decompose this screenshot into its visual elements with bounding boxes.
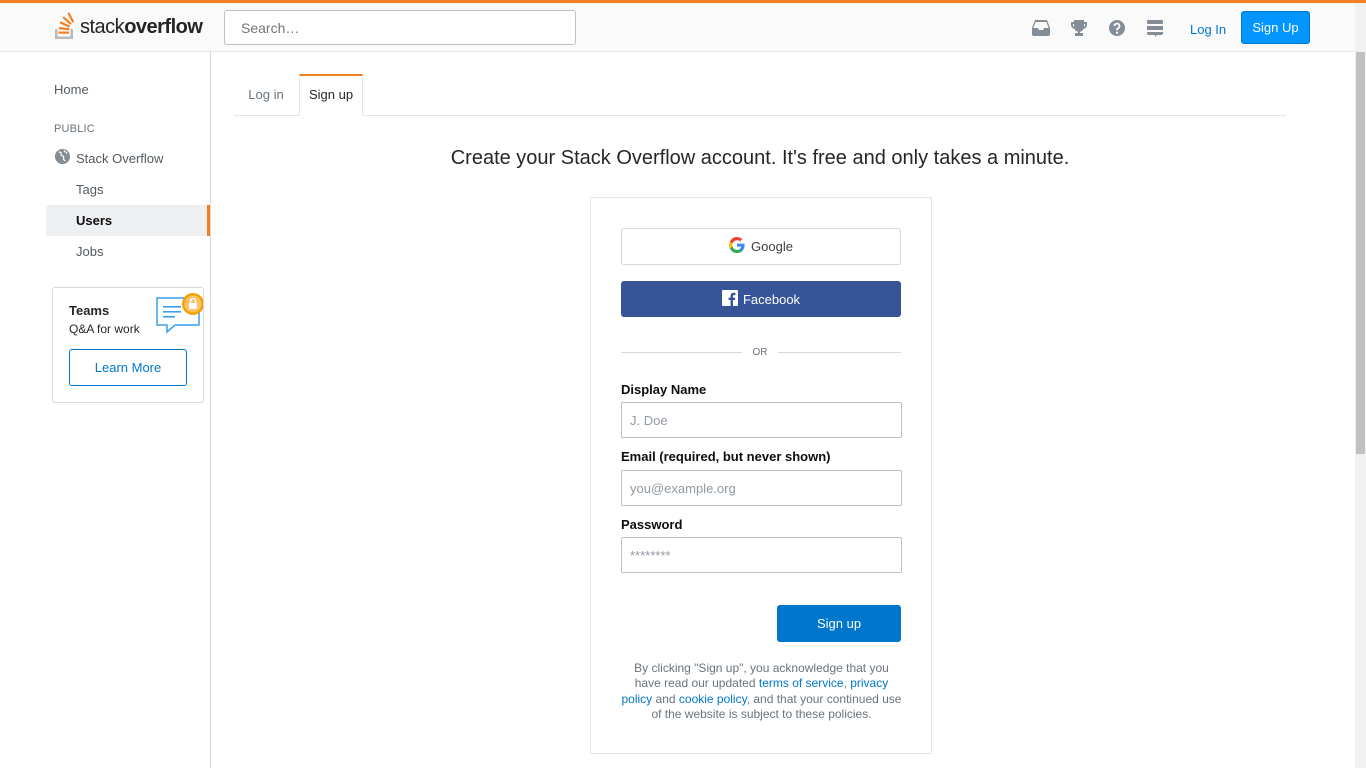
logo-wordmark: stackoverflow	[80, 15, 203, 39]
sidebar-item-stackoverflow[interactable]: Stack Overflow	[54, 148, 163, 168]
sidebar-item-label: Users	[76, 213, 113, 228]
display-name-label: Display Name	[621, 382, 707, 397]
facebook-icon	[721, 289, 738, 309]
email-label: Email (required, but never shown)	[621, 449, 831, 464]
search-input[interactable]	[224, 10, 576, 45]
google-signup-button[interactable]: Google	[621, 228, 901, 265]
login-link[interactable]: Log In	[1180, 13, 1236, 46]
logo-word-overflow: overflow	[124, 15, 203, 38]
logo-word-stack: stack	[80, 15, 125, 38]
auth-tabs: Log in Sign up	[234, 74, 1286, 116]
page-title: Create your Stack Overflow account. It's…	[450, 147, 1070, 169]
left-sidebar: Home PUBLIC Stack Overflow Tags Users Jo…	[0, 52, 211, 768]
display-name-field[interactable]	[621, 402, 902, 438]
tab-signup[interactable]: Sign up	[299, 74, 363, 116]
google-button-label: Google	[751, 239, 793, 254]
stack-overflow-logo-icon	[53, 11, 77, 44]
teams-subtitle: Q&A for work	[69, 322, 140, 336]
teams-promo: Teams Q&A for work Learn More	[52, 287, 204, 403]
legal-notice: By clicking "Sign up", you acknowledge t…	[621, 661, 902, 723]
top-icons	[1022, 10, 1174, 46]
or-label: OR	[752, 347, 768, 358]
sidebar-item-tags[interactable]: Tags	[76, 182, 103, 197]
trophy-icon[interactable]	[1060, 10, 1098, 46]
sidebar-heading-public: PUBLIC	[54, 123, 95, 135]
inbox-icon[interactable]	[1022, 10, 1060, 46]
stack-overflow-logo[interactable]: stackoverflow	[53, 11, 203, 44]
sidebar-item-jobs[interactable]: Jobs	[76, 244, 103, 259]
cookie-policy-link[interactable]: cookie policy	[679, 692, 747, 706]
top-bar: stackoverflow Log In Sign Up	[0, 0, 1366, 52]
google-icon	[729, 237, 745, 256]
signup-header-button[interactable]: Sign Up	[1241, 11, 1310, 44]
teams-title: Teams	[69, 303, 110, 318]
tab-login[interactable]: Log in	[234, 74, 298, 115]
teams-chat-lock-icon	[155, 292, 204, 341]
password-field[interactable]	[621, 537, 902, 573]
facebook-signup-button[interactable]: Facebook	[621, 281, 901, 317]
stack-exchange-icon[interactable]	[1136, 10, 1174, 46]
password-label: Password	[621, 517, 683, 532]
sidebar-item-label: Stack Overflow	[76, 150, 164, 166]
globe-icon	[54, 148, 71, 168]
signup-submit-button[interactable]: Sign up	[777, 605, 901, 642]
scrollbar-thumb[interactable]	[1356, 52, 1365, 454]
legal-text: and	[652, 691, 679, 706]
sidebar-item-home[interactable]: Home	[54, 82, 89, 97]
learn-more-button[interactable]: Learn More	[69, 349, 187, 386]
facebook-button-label: Facebook	[742, 291, 801, 307]
email-field[interactable]	[621, 470, 902, 506]
sidebar-item-users[interactable]: Users	[46, 205, 210, 236]
terms-of-service-link[interactable]: terms of service	[759, 676, 844, 690]
help-icon[interactable]	[1098, 10, 1136, 46]
or-divider: OR	[621, 346, 901, 360]
signup-form-card: Google Facebook OR Display Name Email (r…	[590, 197, 932, 754]
divider-line	[621, 352, 742, 353]
divider-line	[778, 352, 901, 353]
